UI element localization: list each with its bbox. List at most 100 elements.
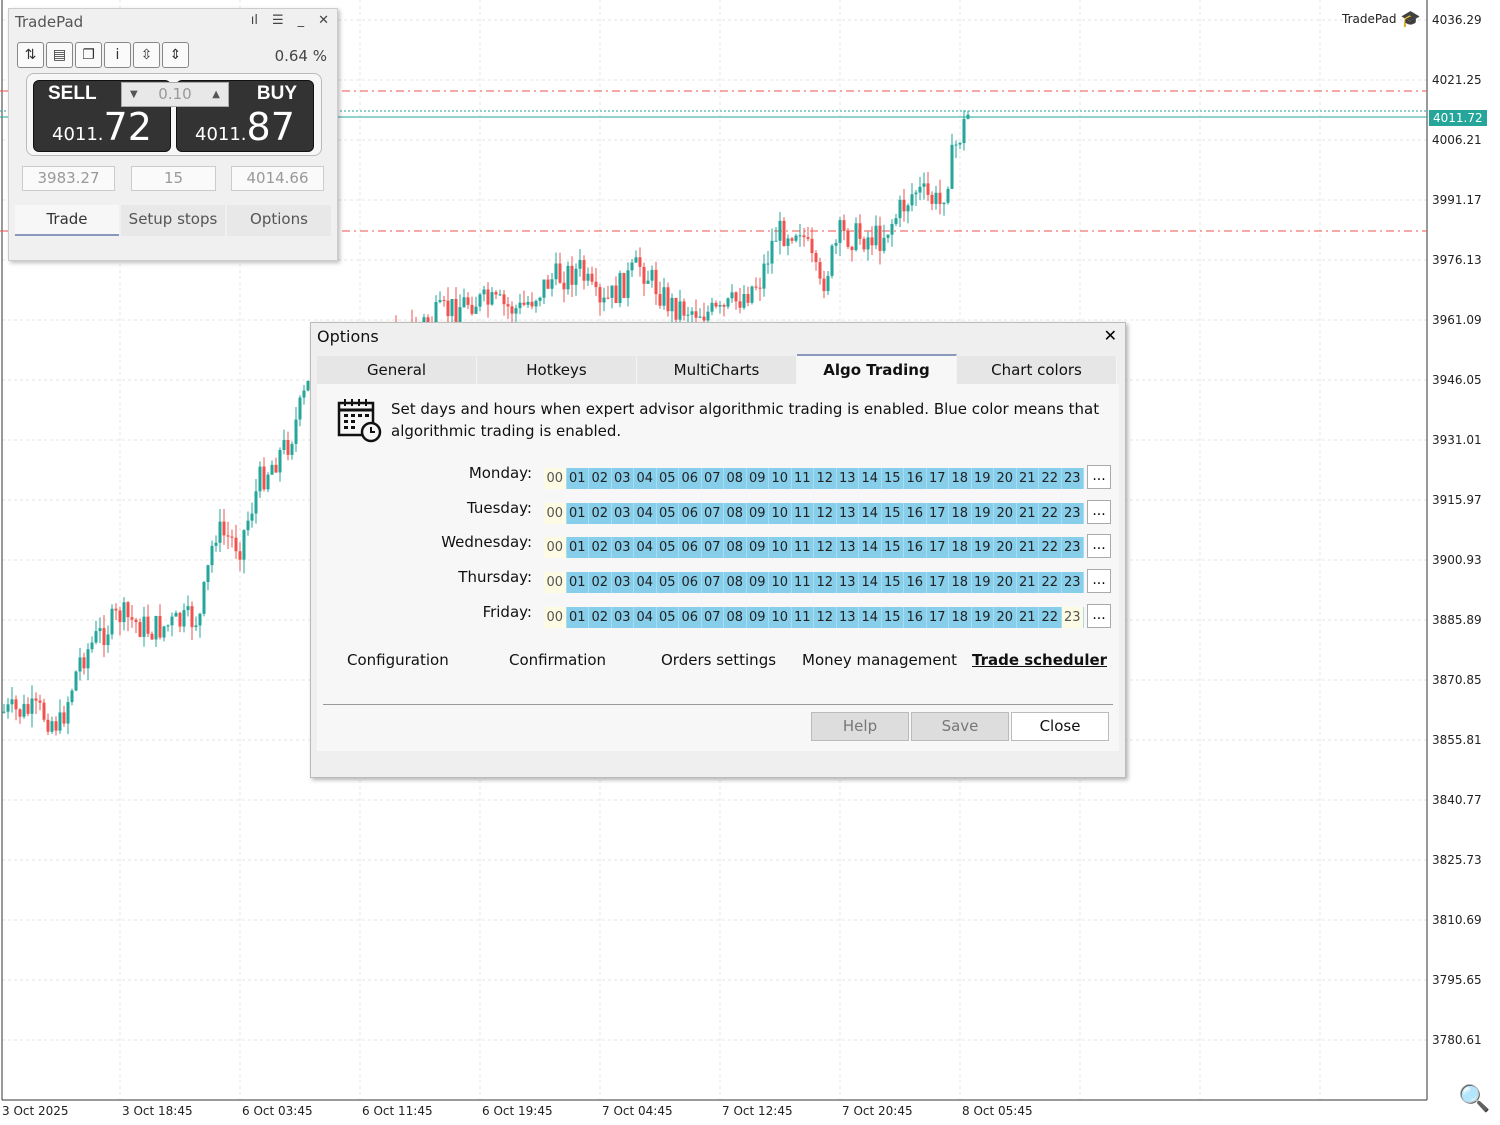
hour-cell[interactable]: 15 [881,468,904,489]
hour-cell[interactable]: 01 [566,606,589,628]
hour-cell[interactable]: 19 [971,606,994,628]
info-icon[interactable]: i [104,42,131,68]
hour-cell[interactable]: 22 [1039,572,1062,594]
hour-cell[interactable]: 10 [769,572,792,594]
hour-cell[interactable]: 01 [566,502,589,524]
link-money-management[interactable]: Money management [802,651,957,669]
hour-cell[interactable]: 14 [859,537,882,559]
hour-cell[interactable]: 10 [769,468,792,489]
hour-cell[interactable]: 11 [791,537,814,559]
hour-cell[interactable]: 04 [634,537,657,559]
hour-cell[interactable]: 07 [701,537,724,559]
hour-cell[interactable]: 14 [859,468,882,489]
hour-cell[interactable]: 14 [859,572,882,594]
hour-cell[interactable]: 21 [1016,537,1039,559]
hour-cell[interactable]: 04 [634,502,657,524]
hour-cell[interactable]: 23 [1061,468,1084,489]
hour-cell[interactable]: 03 [611,502,634,524]
hour-cell[interactable]: 00 [544,468,567,489]
hour-cell[interactable]: 22 [1039,606,1062,628]
hour-cell[interactable]: 07 [701,606,724,628]
hour-cell[interactable]: 04 [634,572,657,594]
hour-cell[interactable]: 15 [881,572,904,594]
list-icon[interactable]: ☰ [272,13,284,28]
hour-cell[interactable]: 04 [634,468,657,489]
hour-cell[interactable]: 19 [971,502,994,524]
help-button[interactable]: Help [811,712,909,741]
hour-cell[interactable]: 15 [881,502,904,524]
save-button[interactable]: Save [911,712,1009,741]
hour-cell[interactable]: 12 [814,606,837,628]
hour-cell[interactable]: 20 [994,537,1017,559]
hour-cell[interactable]: 00 [544,502,567,524]
hour-cell[interactable]: 16 [904,606,927,628]
hour-cell[interactable]: 09 [746,606,769,628]
hour-cell[interactable]: 07 [701,502,724,524]
hour-cell[interactable]: 03 [611,606,634,628]
increase-icon[interactable]: ▲ [212,83,220,106]
hour-cell[interactable]: 00 [544,537,567,559]
hour-cell[interactable]: 05 [656,572,679,594]
hour-cell[interactable]: 20 [994,502,1017,524]
hour-cell[interactable]: 15 [881,537,904,559]
hour-cell[interactable]: 23 [1061,537,1084,559]
hour-cell[interactable]: 06 [679,468,702,489]
hour-cell[interactable]: 08 [724,502,747,524]
hour-cell[interactable]: 11 [791,502,814,524]
hour-cell[interactable]: 02 [589,572,612,594]
hour-cell[interactable]: 16 [904,468,927,489]
hour-cell[interactable]: 06 [679,606,702,628]
tab-trade[interactable]: Trade [15,205,119,236]
hour-cell[interactable]: 14 [859,606,882,628]
hour-cell[interactable]: 00 [544,572,567,594]
orders-table-icon[interactable]: ▤ [46,42,73,68]
day-more-button[interactable]: ... [1087,465,1111,489]
hour-cell[interactable]: 18 [949,606,972,628]
hour-cell[interactable]: 13 [836,468,859,489]
hour-cell[interactable]: 20 [994,468,1017,489]
hour-cell[interactable]: 22 [1039,468,1062,489]
hour-cell[interactable]: 17 [926,468,949,489]
hour-cell[interactable]: 10 [769,606,792,628]
hour-cell[interactable]: 05 [656,502,679,524]
hour-cell[interactable]: 19 [971,572,994,594]
hour-cell[interactable]: 13 [836,537,859,559]
hour-cell[interactable]: 21 [1016,502,1039,524]
spread-field[interactable]: 15 [131,166,216,191]
tab-setup-stops[interactable]: Setup stops [121,205,225,236]
hour-cell[interactable]: 18 [949,468,972,489]
close-button[interactable]: Close [1011,712,1109,741]
hour-cell[interactable]: 08 [724,537,747,559]
hour-cell[interactable]: 13 [836,606,859,628]
tab-general[interactable]: General [317,356,477,384]
hour-cell[interactable]: 02 [589,606,612,628]
link-configuration[interactable]: Configuration [347,651,449,669]
hour-cell[interactable]: 05 [656,606,679,628]
hour-cell[interactable]: 17 [926,572,949,594]
hour-cell[interactable]: 23 [1061,606,1084,628]
zoom-in-icon[interactable]: 🔍 [1458,1084,1490,1114]
hour-cell[interactable]: 03 [611,468,634,489]
tab-multicharts[interactable]: MultiCharts [637,356,797,384]
hour-cell[interactable]: 05 [656,537,679,559]
hour-cell[interactable]: 18 [949,502,972,524]
hour-cell[interactable]: 02 [589,537,612,559]
hour-cell[interactable]: 12 [814,537,837,559]
hour-cell[interactable]: 17 [926,606,949,628]
levels-alt-icon[interactable]: ⇕ [162,42,189,68]
windows-icon[interactable]: ❐ [75,42,102,68]
hour-cell[interactable]: 22 [1039,502,1062,524]
hour-cell[interactable]: 20 [994,572,1017,594]
link-trade-scheduler[interactable]: Trade scheduler [972,651,1107,669]
take-profit-field[interactable]: 4014.66 [231,166,324,191]
hour-cell[interactable]: 16 [904,502,927,524]
hour-cell[interactable]: 21 [1016,468,1039,489]
hour-cell[interactable]: 18 [949,572,972,594]
hour-cell[interactable]: 12 [814,468,837,489]
hour-cell[interactable]: 06 [679,537,702,559]
hour-cell[interactable]: 11 [791,572,814,594]
hour-cell[interactable]: 14 [859,502,882,524]
hour-cell[interactable]: 01 [566,468,589,489]
hour-cell[interactable]: 23 [1061,572,1084,594]
signal-icon[interactable]: ıl [251,13,258,28]
